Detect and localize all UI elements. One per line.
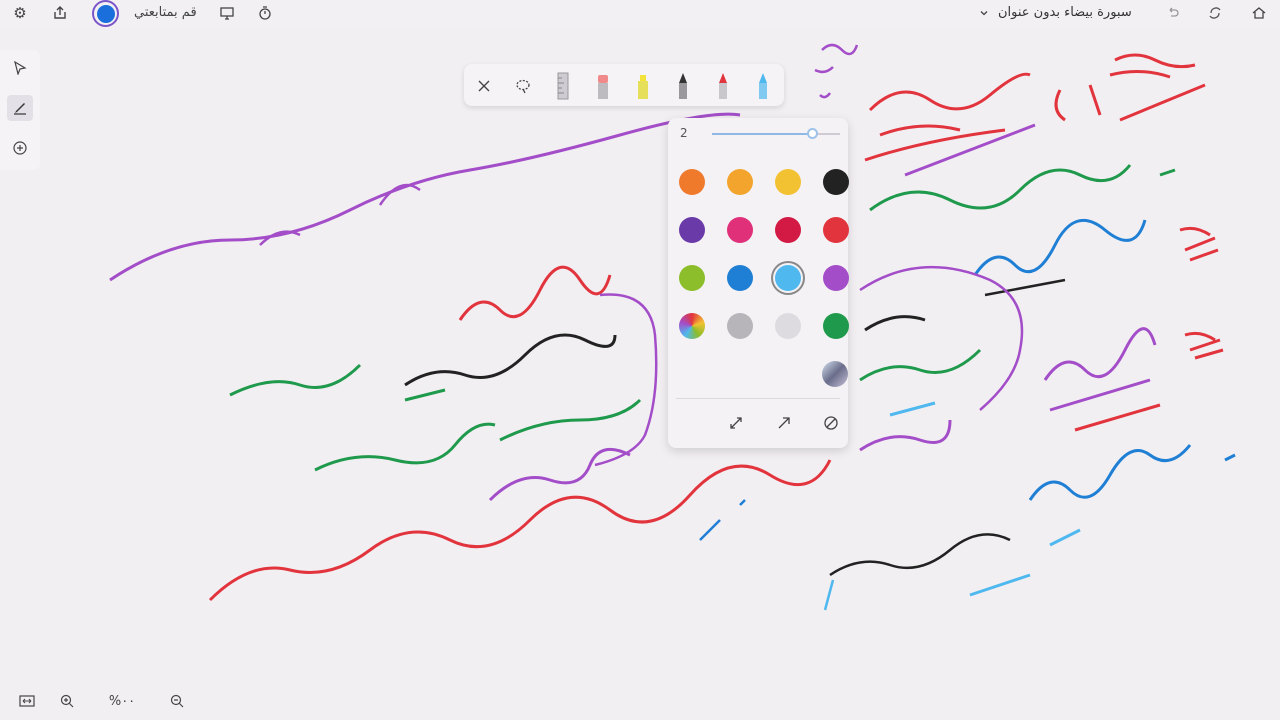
eraser-icon[interactable]	[590, 70, 616, 102]
color-swatch[interactable]	[823, 265, 849, 291]
ruler-icon[interactable]	[550, 70, 576, 102]
pen-blue-icon[interactable]	[750, 70, 776, 102]
color-swatch[interactable]	[679, 265, 705, 291]
zoom-in-icon[interactable]	[56, 690, 78, 712]
color-swatch[interactable]	[775, 313, 801, 339]
slider-thumb[interactable]	[807, 128, 818, 139]
bottom-bar: %٠٠	[0, 688, 200, 714]
color-swatch[interactable]	[823, 217, 849, 243]
close-icon[interactable]	[471, 70, 497, 102]
color-swatch[interactable]	[823, 169, 849, 195]
pen-toolbar	[464, 64, 784, 106]
color-panel: 2	[668, 118, 849, 448]
stroke-size-slider[interactable]	[712, 133, 840, 135]
color-swatch[interactable]	[823, 313, 849, 339]
arrow-icon[interactable]	[771, 410, 797, 436]
highlighter-yellow-icon[interactable]	[630, 70, 656, 102]
pen-black-icon[interactable]	[670, 70, 696, 102]
whiteboard-ink[interactable]	[0, 0, 1280, 720]
zoom-out-icon[interactable]	[166, 690, 188, 712]
no-color-icon[interactable]	[818, 410, 844, 436]
color-swatch[interactable]	[727, 169, 753, 195]
custom-color-swatch[interactable]	[822, 361, 848, 387]
stroke-size-value: 2	[680, 126, 688, 140]
color-swatch[interactable]	[727, 265, 753, 291]
expand-icon[interactable]	[723, 410, 749, 436]
zoom-level[interactable]: %٠٠	[104, 690, 140, 712]
color-swatch[interactable]	[775, 265, 801, 291]
color-swatch[interactable]	[679, 313, 705, 339]
color-swatch[interactable]	[727, 217, 753, 243]
lasso-icon[interactable]	[510, 70, 536, 102]
fit-screen-icon[interactable]	[16, 690, 38, 712]
color-swatch[interactable]	[775, 217, 801, 243]
color-swatch[interactable]	[679, 169, 705, 195]
color-swatch[interactable]	[775, 169, 801, 195]
color-swatch[interactable]	[727, 313, 753, 339]
color-swatch[interactable]	[679, 217, 705, 243]
pen-red-icon[interactable]	[710, 70, 736, 102]
